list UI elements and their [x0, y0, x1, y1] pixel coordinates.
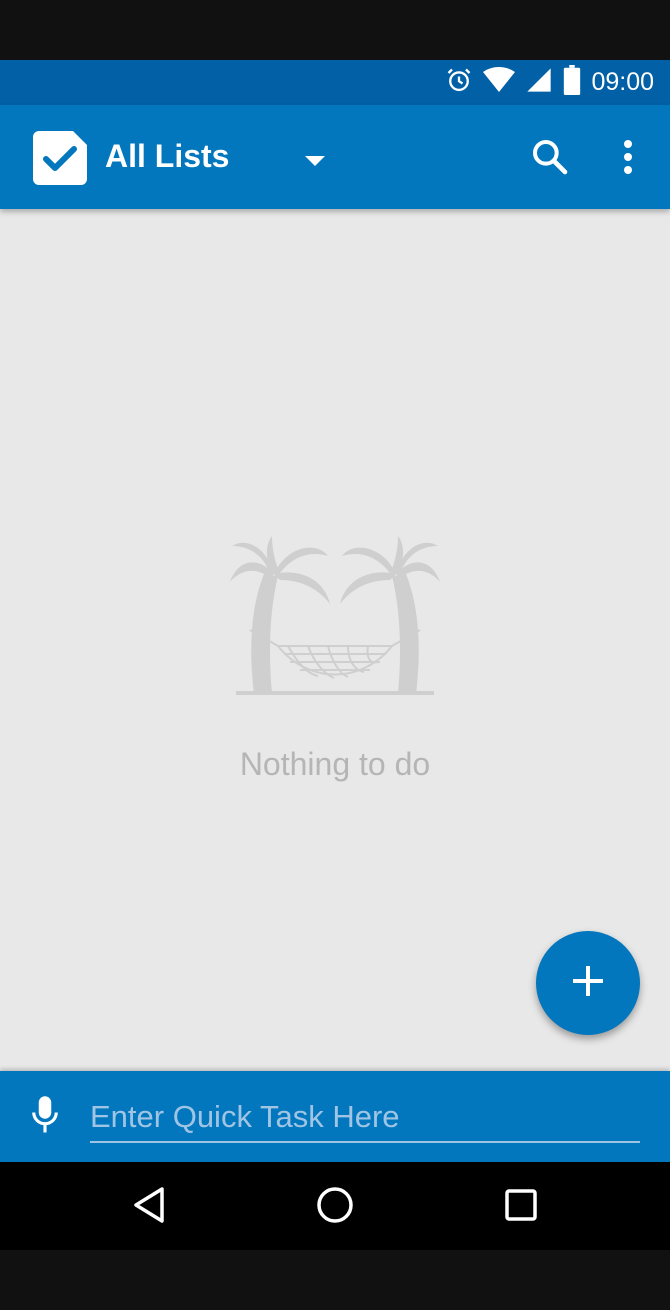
- top-letterbox: [0, 0, 670, 60]
- quick-task-bar: [0, 1071, 670, 1162]
- more-vert-icon: [623, 139, 633, 179]
- back-icon: [132, 1186, 166, 1229]
- home-icon: [316, 1186, 354, 1229]
- microphone-icon: [30, 1095, 60, 1140]
- more-options-button[interactable]: [613, 137, 643, 181]
- add-icon: [571, 964, 605, 1003]
- add-task-button[interactable]: [536, 931, 640, 1035]
- dropdown-arrow-icon[interactable]: [303, 149, 327, 173]
- system-nav-bar: [0, 1162, 670, 1250]
- palm-trees-hammock-illustration: [228, 534, 442, 696]
- battery-icon: [563, 65, 581, 100]
- app-screen: 09:00 All Lists Nothing to do Enter Quic…: [0, 0, 670, 1310]
- bottom-letterbox: [0, 1250, 670, 1310]
- search-icon: [530, 137, 570, 182]
- wifi-icon: [483, 66, 516, 99]
- voice-input-button[interactable]: [26, 1095, 64, 1140]
- status-bar: 09:00: [0, 60, 670, 105]
- nav-back-button[interactable]: [124, 1182, 174, 1232]
- alarm-icon: [445, 66, 473, 99]
- signal-icon: [525, 66, 553, 99]
- search-button[interactable]: [528, 137, 572, 181]
- list-selector-title[interactable]: All Lists: [105, 138, 229, 175]
- app-bar: All Lists: [0, 105, 670, 209]
- status-time: 09:00: [591, 68, 654, 96]
- nav-home-button[interactable]: [310, 1182, 360, 1232]
- checkbox-logo-icon: [33, 131, 87, 185]
- nav-recents-button[interactable]: [496, 1182, 546, 1232]
- recents-icon: [505, 1188, 537, 1226]
- quick-task-input[interactable]: [90, 1093, 640, 1143]
- empty-state-message: Nothing to do: [239, 746, 431, 782]
